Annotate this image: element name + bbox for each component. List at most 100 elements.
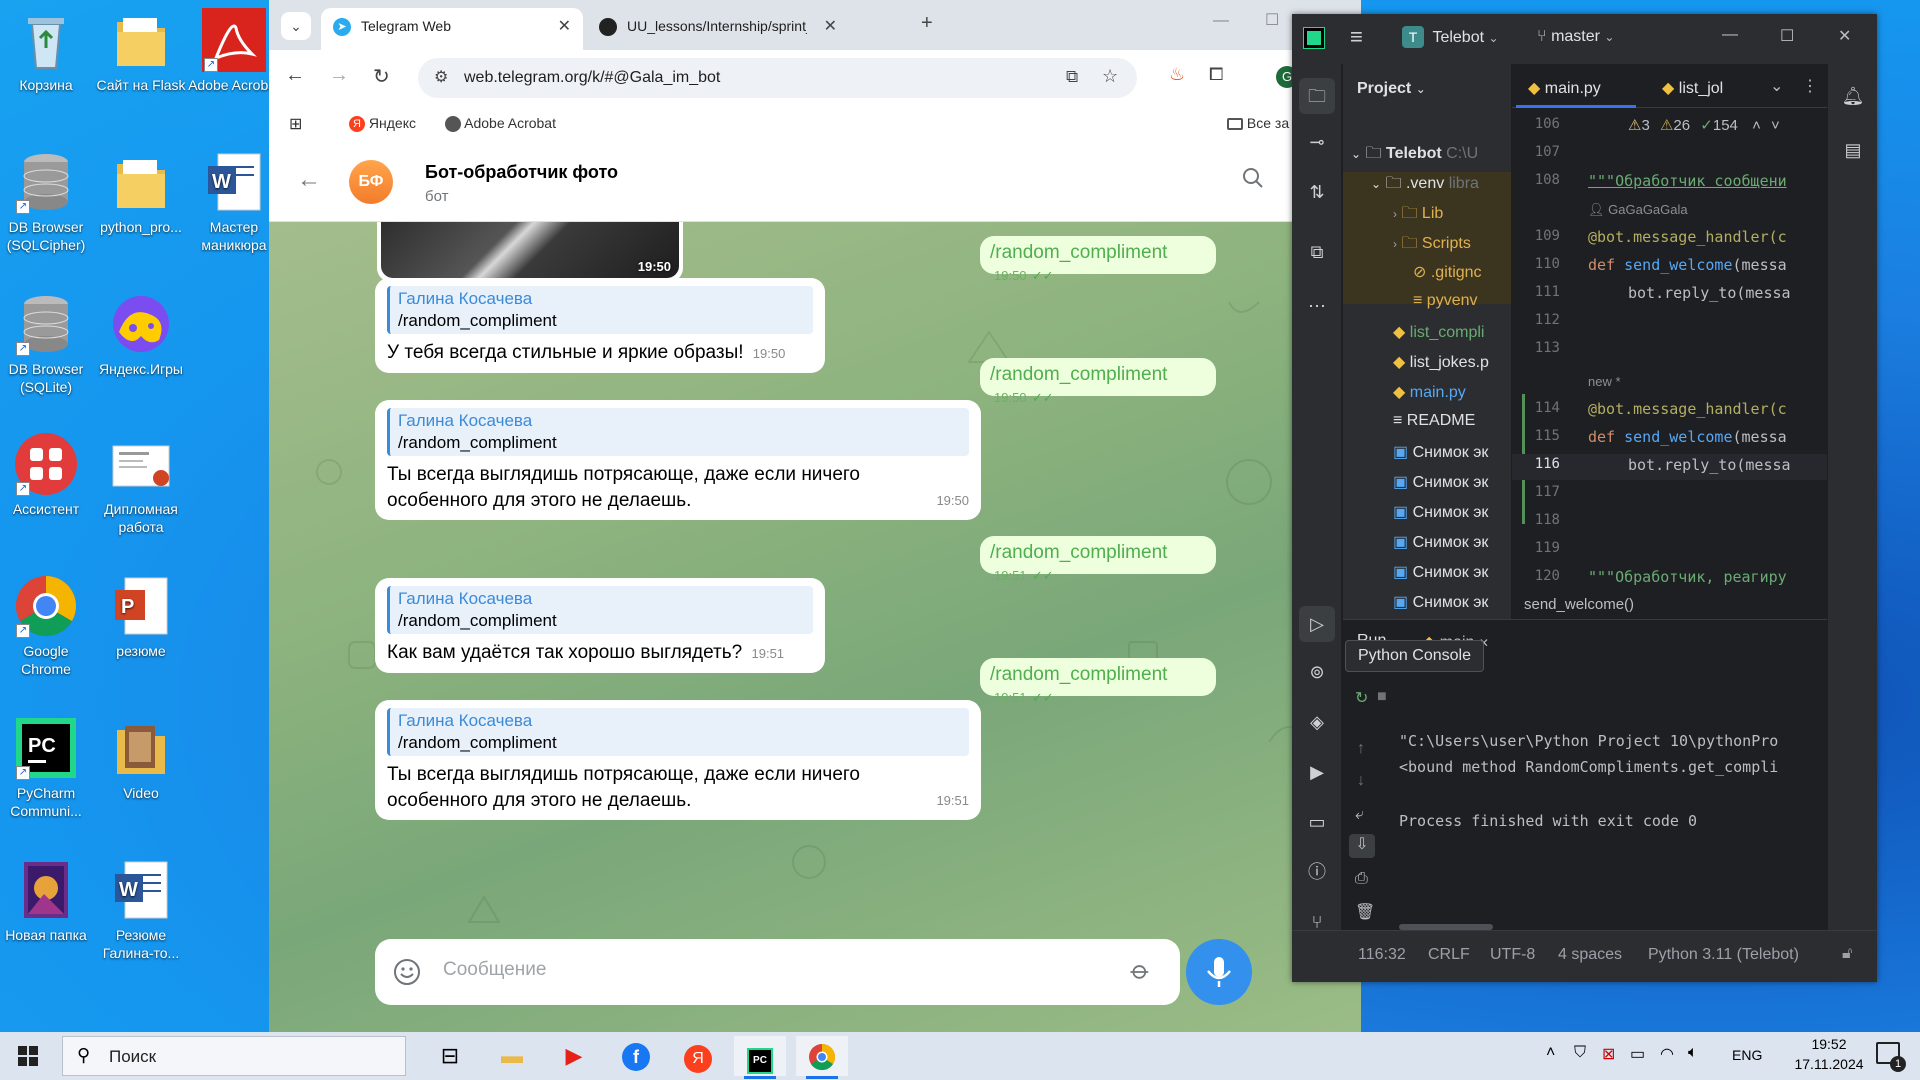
tree-file-main[interactable]: ◆ main.py — [1393, 382, 1466, 402]
avatar[interactable]: БФ — [349, 160, 393, 204]
tree-file-pyvenv[interactable]: ≡ pyvenv — [1413, 292, 1478, 310]
tree-file-gitignore[interactable]: ⊘ .gitignc — [1413, 262, 1482, 282]
commit-icon[interactable]: ⊸ — [1305, 130, 1329, 154]
tray-app-icon[interactable]: ⛉ — [1574, 1044, 1586, 1062]
tab-telegram-web[interactable]: ➤ Telegram Web ✕ — [321, 8, 583, 50]
battery-icon[interactable]: ▭ — [1630, 1044, 1645, 1064]
desktop-icon-resume-ppt[interactable]: P резюме — [95, 574, 187, 660]
extensions-icon[interactable]: ⧠ — [1209, 64, 1223, 85]
chrome-taskbar-icon[interactable] — [796, 1036, 848, 1076]
desktop-icon-db-browser-sqlcipher[interactable]: ↗ DB Browser (SQLCipher) — [0, 150, 92, 254]
pycharm-logo-icon[interactable] — [1304, 28, 1324, 48]
outgoing-message[interactable]: /random_compliment 19:51 ✓✓ — [980, 536, 1216, 583]
file-explorer-icon[interactable]: ▬ — [486, 1036, 538, 1076]
desktop-icon-pycharm[interactable]: PC ↗ PyCharm Communi... — [0, 716, 92, 820]
terminal-icon[interactable]: ▭ — [1305, 810, 1329, 834]
voice-record-button[interactable] — [1186, 939, 1252, 1005]
outgoing-message[interactable]: /random_compliment 19:50 ✓✓ — [980, 358, 1216, 405]
desktop-icon-diploma[interactable]: Дипломная работа — [95, 432, 187, 536]
tree-file-screenshot[interactable]: ▣ Снимок эк — [1393, 592, 1488, 612]
run-tool-icon[interactable]: ▷ — [1299, 606, 1335, 642]
scroll-up-icon[interactable]: ↑ — [1357, 740, 1365, 758]
desktop-icon-assistant[interactable]: ↗ Ассистент — [0, 432, 92, 518]
photo-message[interactable]: 19:50 — [377, 222, 683, 282]
incoming-message[interactable]: Галина Косачева /random_compliment Ты вс… — [375, 700, 981, 820]
attach-icon[interactable]: ⌀ — [1124, 954, 1157, 987]
lock-icon[interactable]: 🔓︎ — [1842, 945, 1852, 963]
bookmark-adobe-acrobat[interactable]: Adobe Acrobat — [445, 115, 556, 133]
main-menu-icon[interactable]: ≡ — [1350, 24, 1363, 50]
prev-highlight-icon[interactable]: ˄ — [1752, 117, 1761, 134]
wifi-icon[interactable]: ◠ — [1660, 1044, 1674, 1064]
notifications-center-icon[interactable]: 1 — [1876, 1042, 1906, 1072]
tree-folder-scripts[interactable]: › 🗀 Scripts — [1393, 232, 1471, 259]
editor-tab-main[interactable]: ◆ main.py — [1528, 78, 1601, 98]
close-tab-icon[interactable]: ✕ — [558, 16, 571, 36]
clock-date[interactable]: 17.11.2024 — [1786, 1056, 1872, 1072]
youtube-icon[interactable]: ▶ — [548, 1036, 600, 1076]
forward-icon[interactable]: → — [329, 64, 349, 87]
new-tab-icon[interactable]: + — [921, 12, 933, 35]
notifications-bell-icon[interactable]: 🔔︎ — [1841, 84, 1865, 108]
desktop-icon-recycle-bin[interactable]: Корзина — [0, 8, 92, 94]
next-highlight-icon[interactable]: ˅ — [1771, 117, 1780, 134]
print-icon[interactable]: ⎙ — [1355, 870, 1368, 888]
desktop-icon-adobe-acrobat[interactable]: ↗ Adobe Acrobat — [188, 8, 280, 94]
project-view-header[interactable]: Project ⌄ — [1357, 80, 1426, 98]
desktop-icon-db-browser-sqlite[interactable]: ↗ DB Browser (SQLite) — [0, 292, 92, 396]
clear-trash-icon[interactable]: 🗑︎ — [1355, 902, 1375, 922]
task-view-icon[interactable]: ⊟ — [424, 1036, 476, 1076]
site-settings-icon[interactable]: ⚙ — [434, 67, 448, 87]
stop-icon[interactable]: ■ — [1377, 688, 1387, 706]
breadcrumb[interactable]: send_welcome() — [1524, 596, 1634, 613]
pycharm-taskbar-icon[interactable]: PC — [734, 1036, 786, 1076]
start-button[interactable] — [12, 1040, 52, 1072]
tree-file-screenshot[interactable]: ▣ Снимок эк — [1393, 502, 1488, 522]
file-encoding[interactable]: UTF-8 — [1490, 946, 1535, 964]
reply-quote[interactable]: Галина Косачева /random_compliment — [387, 708, 969, 756]
taskbar-search[interactable]: ⚲ Поиск — [62, 1036, 406, 1076]
desktop-icon-manicure[interactable]: W Мастер маникюра — [188, 150, 280, 254]
editor-tab-list-jokes[interactable]: ◆ list_jol — [1662, 78, 1723, 98]
indent-setting[interactable]: 4 spaces — [1558, 946, 1622, 964]
minimize-icon[interactable]: — — [1722, 26, 1738, 44]
input-language[interactable]: ENG — [1732, 1047, 1762, 1063]
reply-quote[interactable]: Галина Косачева /random_compliment — [387, 286, 813, 334]
desktop-icon-video[interactable]: Video — [95, 716, 187, 802]
problems-icon[interactable]: ⓘ — [1305, 860, 1329, 884]
all-bookmarks[interactable]: Все за — [1227, 115, 1289, 131]
scroll-to-end-icon[interactable]: ⇩ — [1349, 834, 1375, 858]
clock-time[interactable]: 19:52 — [1794, 1036, 1864, 1052]
maximize-icon[interactable]: ☐ — [1265, 10, 1279, 30]
minimize-icon[interactable]: — — [1213, 12, 1229, 30]
code-editor[interactable]: ◆ main.py ◆ list_jol ⌄ ⋮ ⚠3 ⚠26 ✓154 ˄ ˅… — [1512, 64, 1827, 619]
volume-icon[interactable]: 🔈︎ — [1688, 1044, 1698, 1062]
tree-file-screenshot[interactable]: ▣ Снимок эк — [1393, 562, 1488, 582]
install-app-icon[interactable]: ⧉ — [1066, 67, 1078, 87]
tree-root-telebot[interactable]: ⌄ 🗀 Telebot C:\U — [1351, 142, 1478, 169]
desktop-icon-yandex-games[interactable]: Яндекс.Игры — [95, 292, 187, 378]
close-icon[interactable]: ✕ — [1838, 26, 1851, 46]
soft-wrap-icon[interactable]: ⤶ — [1355, 806, 1364, 824]
incoming-message[interactable]: Галина Косачева /random_compliment У теб… — [375, 278, 825, 373]
tray-network-shield-icon[interactable]: ⊠ — [1602, 1044, 1615, 1064]
project-tool-icon[interactable]: 🗀 — [1299, 78, 1335, 114]
pull-requests-icon[interactable]: ⇅ — [1305, 180, 1329, 204]
reply-quote[interactable]: Галина Косачева /random_compliment — [387, 408, 969, 456]
bookmark-star-icon[interactable]: ☆ — [1102, 66, 1118, 87]
back-icon[interactable]: ← — [285, 64, 305, 87]
desktop-icon-google-chrome[interactable]: ↗ Google Chrome — [0, 574, 92, 678]
facebook-icon[interactable]: f — [610, 1036, 662, 1076]
tree-folder-venv[interactable]: ⌄ 🗀 .venv libra — [1371, 172, 1479, 199]
scroll-down-icon[interactable]: ↓ — [1357, 772, 1365, 790]
search-icon[interactable] — [1241, 166, 1263, 188]
vcs-branch-switcher[interactable]: ⑂ master ⌄ — [1537, 28, 1614, 46]
outgoing-message[interactable]: /random_compliment 19:50 ✓✓ — [980, 236, 1216, 283]
desktop-icon-new-folder[interactable]: Новая папка — [0, 858, 92, 944]
line-separator[interactable]: CRLF — [1428, 946, 1470, 964]
reply-quote[interactable]: Галина Косачева /random_compliment — [387, 586, 813, 634]
tab-github[interactable]: UU_lessons/Internship/sprint_0 ✕ — [587, 8, 849, 50]
chat-title[interactable]: Бот-обработчик фото — [425, 162, 618, 183]
incoming-message[interactable]: Галина Косачева /random_compliment Как в… — [375, 578, 825, 673]
tree-folder-lib[interactable]: › 🗀 Lib — [1393, 202, 1443, 229]
